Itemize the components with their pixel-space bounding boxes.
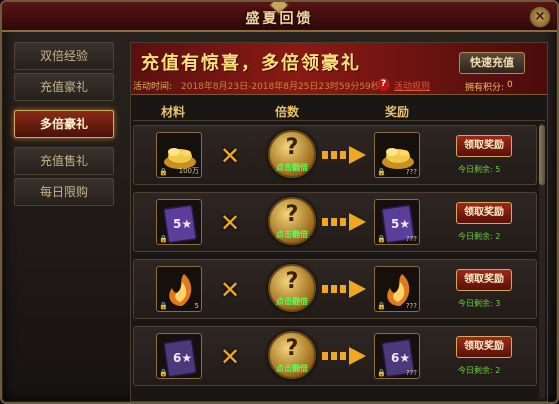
svg-text:6★: 6★ — [391, 351, 410, 365]
flip-multiplier-button[interactable]: ? 点击翻倍 — [268, 130, 316, 178]
window-title: 盛夏回馈 — [245, 11, 314, 27]
event-banner: 充值有惊喜，多倍领豪礼 活动时间: 2018年8月23日-2018年8月25日2… — [131, 43, 547, 95]
multiply-icon: ✕ — [220, 276, 241, 304]
claim-reward-button[interactable]: 领取奖励 — [456, 269, 512, 291]
arrow-right-icon — [322, 280, 366, 298]
lock-icon: 🔒 — [159, 168, 168, 176]
svg-text:5★: 5★ — [173, 217, 192, 231]
material-quantity: 100万 — [178, 167, 199, 175]
material-slot[interactable]: 🔒 100万 — [156, 132, 202, 178]
material-slot[interactable]: 6★ 🔒 — [156, 333, 202, 379]
scrollbar-thumb[interactable] — [539, 125, 545, 185]
flip-multiplier-button[interactable]: ? 点击翻倍 — [268, 264, 316, 312]
multiply-icon: ✕ — [220, 343, 241, 371]
reward-row: 🔒 100万 ✕ ? 点击翻倍 🔒 ??? 领取奖励 今日剩余: 5 — [133, 125, 537, 185]
material-quantity: 5 — [194, 302, 199, 310]
claim-reward-button[interactable]: 领取奖励 — [456, 336, 512, 358]
rules-link[interactable]: 活动规则 — [394, 79, 430, 92]
flip-label: 点击翻倍 — [276, 230, 308, 239]
column-header-multiplier: 倍数 — [275, 105, 300, 119]
lock-icon: 🔒 — [377, 235, 386, 243]
scrollbar[interactable] — [539, 123, 545, 399]
flip-multiplier-button[interactable]: ? 点击翻倍 — [268, 197, 316, 245]
claim-reward-button[interactable]: 领取奖励 — [456, 202, 512, 224]
question-mark-icon: ? — [285, 336, 299, 361]
rules-info-icon[interactable]: ? — [377, 78, 390, 91]
sidebar-item-recharge-gift[interactable]: 充值豪礼 — [14, 73, 114, 101]
sidebar: 双倍经验 充值豪礼 多倍豪礼 充值售礼 每日限购 — [14, 42, 124, 397]
header-divider — [133, 120, 545, 121]
material-slot[interactable]: 5★ 🔒 — [156, 199, 202, 245]
reward-row: 5★ 🔒 ✕ ? 点击翻倍 5★ 🔒 ??? 领取奖励 今日剩余: 2 — [133, 192, 537, 252]
title-bar: 盛夏回馈 × — [2, 2, 557, 32]
flip-label: 点击翻倍 — [276, 364, 308, 373]
lock-icon: 🔒 — [377, 369, 386, 377]
lock-icon: 🔒 — [159, 235, 168, 243]
lock-icon: 🔒 — [377, 168, 386, 176]
sidebar-item-multi-gift[interactable]: 多倍豪礼 — [14, 110, 114, 138]
daily-remaining: 今日剩余: 3 — [458, 299, 501, 308]
reward-slot[interactable]: 🔒 ??? — [374, 132, 420, 178]
close-button[interactable]: × — [529, 6, 551, 28]
arrow-right-icon — [322, 213, 366, 231]
column-header-material: 材料 — [161, 105, 186, 119]
reward-slot[interactable]: 5★ 🔒 ??? — [374, 199, 420, 245]
column-header-reward: 奖励 — [385, 105, 410, 119]
sidebar-item-double-exp[interactable]: 双倍经验 — [14, 42, 114, 70]
svg-text:5★: 5★ — [391, 217, 410, 231]
multiply-icon: ✕ — [220, 209, 241, 237]
reward-quantity: ??? — [405, 302, 417, 310]
multiply-icon: ✕ — [220, 142, 241, 170]
reward-row: 6★ 🔒 ✕ ? 点击翻倍 6★ 🔒 ??? 领取奖励 今日剩余: 2 — [133, 326, 537, 386]
lock-icon: 🔒 — [159, 369, 168, 377]
reward-quantity: ??? — [405, 235, 417, 243]
reward-list: 🔒 100万 ✕ ? 点击翻倍 🔒 ??? 领取奖励 今日剩余: 5 5★ 🔒 … — [133, 123, 539, 401]
daily-remaining: 今日剩余: 2 — [458, 366, 501, 375]
claim-reward-button[interactable]: 领取奖励 — [456, 135, 512, 157]
reward-slot[interactable]: 🔒 ??? — [374, 266, 420, 312]
question-mark-icon: ? — [285, 202, 299, 227]
sidebar-item-recharge-sale[interactable]: 充值售礼 — [14, 147, 114, 175]
lock-icon: 🔒 — [377, 302, 386, 310]
material-slot[interactable]: 🔒 5 — [156, 266, 202, 312]
reward-slot[interactable]: 6★ 🔒 ??? — [374, 333, 420, 379]
reward-row: 🔒 5 ✕ ? 点击翻倍 🔒 ??? 领取奖励 今日剩余: 3 — [133, 259, 537, 319]
flip-label: 点击翻倍 — [276, 163, 308, 172]
flip-label: 点击翻倍 — [276, 297, 308, 306]
event-time-label: 活动时间: — [133, 82, 173, 92]
question-mark-icon: ? — [285, 269, 299, 294]
arrow-right-icon — [322, 347, 366, 365]
question-mark-icon: ? — [285, 135, 299, 160]
daily-remaining: 今日剩余: 2 — [458, 232, 501, 241]
flip-multiplier-button[interactable]: ? 点击翻倍 — [268, 331, 316, 379]
sidebar-item-daily-limit[interactable]: 每日限购 — [14, 178, 114, 206]
main-panel: 充值有惊喜，多倍领豪礼 活动时间: 2018年8月23日-2018年8月25日2… — [130, 42, 548, 402]
reward-quantity: ??? — [405, 369, 417, 377]
points-label: 拥有积分: — [465, 83, 505, 93]
daily-remaining: 今日剩余: 5 — [458, 165, 501, 174]
reward-quantity: ??? — [405, 168, 417, 176]
lock-icon: 🔒 — [159, 302, 168, 310]
banner-title: 充值有惊喜，多倍领豪礼 — [141, 53, 361, 74]
arrow-right-icon — [322, 146, 366, 164]
event-time-value: 2018年8月23日-2018年8月25日23时59分59秒 — [181, 82, 380, 92]
quick-recharge-button[interactable]: 快速充值 — [459, 52, 525, 74]
svg-text:6★: 6★ — [173, 351, 192, 365]
event-window: 盛夏回馈 × 双倍经验 充值豪礼 多倍豪礼 充值售礼 每日限购 充值有惊喜，多倍… — [0, 0, 559, 404]
points-value: 0 — [507, 80, 513, 90]
